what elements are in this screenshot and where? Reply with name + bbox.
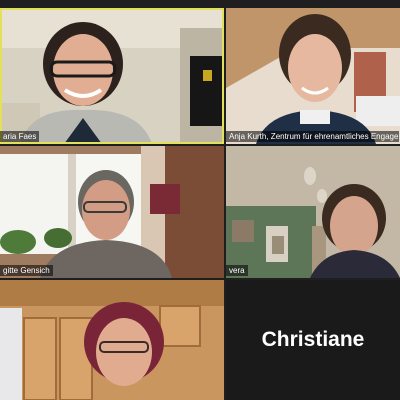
participant-video-1 <box>0 8 224 144</box>
participant-video-3 <box>0 146 224 278</box>
participant-tile-5[interactable] <box>0 280 224 400</box>
participant-tile-4[interactable]: vera <box>226 146 400 278</box>
participant-name-placeholder: Christiane <box>261 328 365 351</box>
participant-video-4 <box>226 146 400 278</box>
participant-name: vera <box>226 265 248 276</box>
participant-video-5 <box>0 280 224 400</box>
participant-name: Anja Kurth, Zentrum für ehrenamtliches E… <box>226 131 400 142</box>
participant-tile-6[interactable]: Christiane <box>226 280 400 400</box>
participant-name: gitte Gensich <box>0 265 53 276</box>
participant-tile-1[interactable]: aria Faes <box>0 8 224 144</box>
participant-video-2 <box>226 8 400 144</box>
participant-name: aria Faes <box>0 131 40 142</box>
participant-tile-3[interactable]: gitte Gensich <box>0 146 224 278</box>
participant-tile-2[interactable]: Anja Kurth, Zentrum für ehrenamtliches E… <box>226 8 400 144</box>
